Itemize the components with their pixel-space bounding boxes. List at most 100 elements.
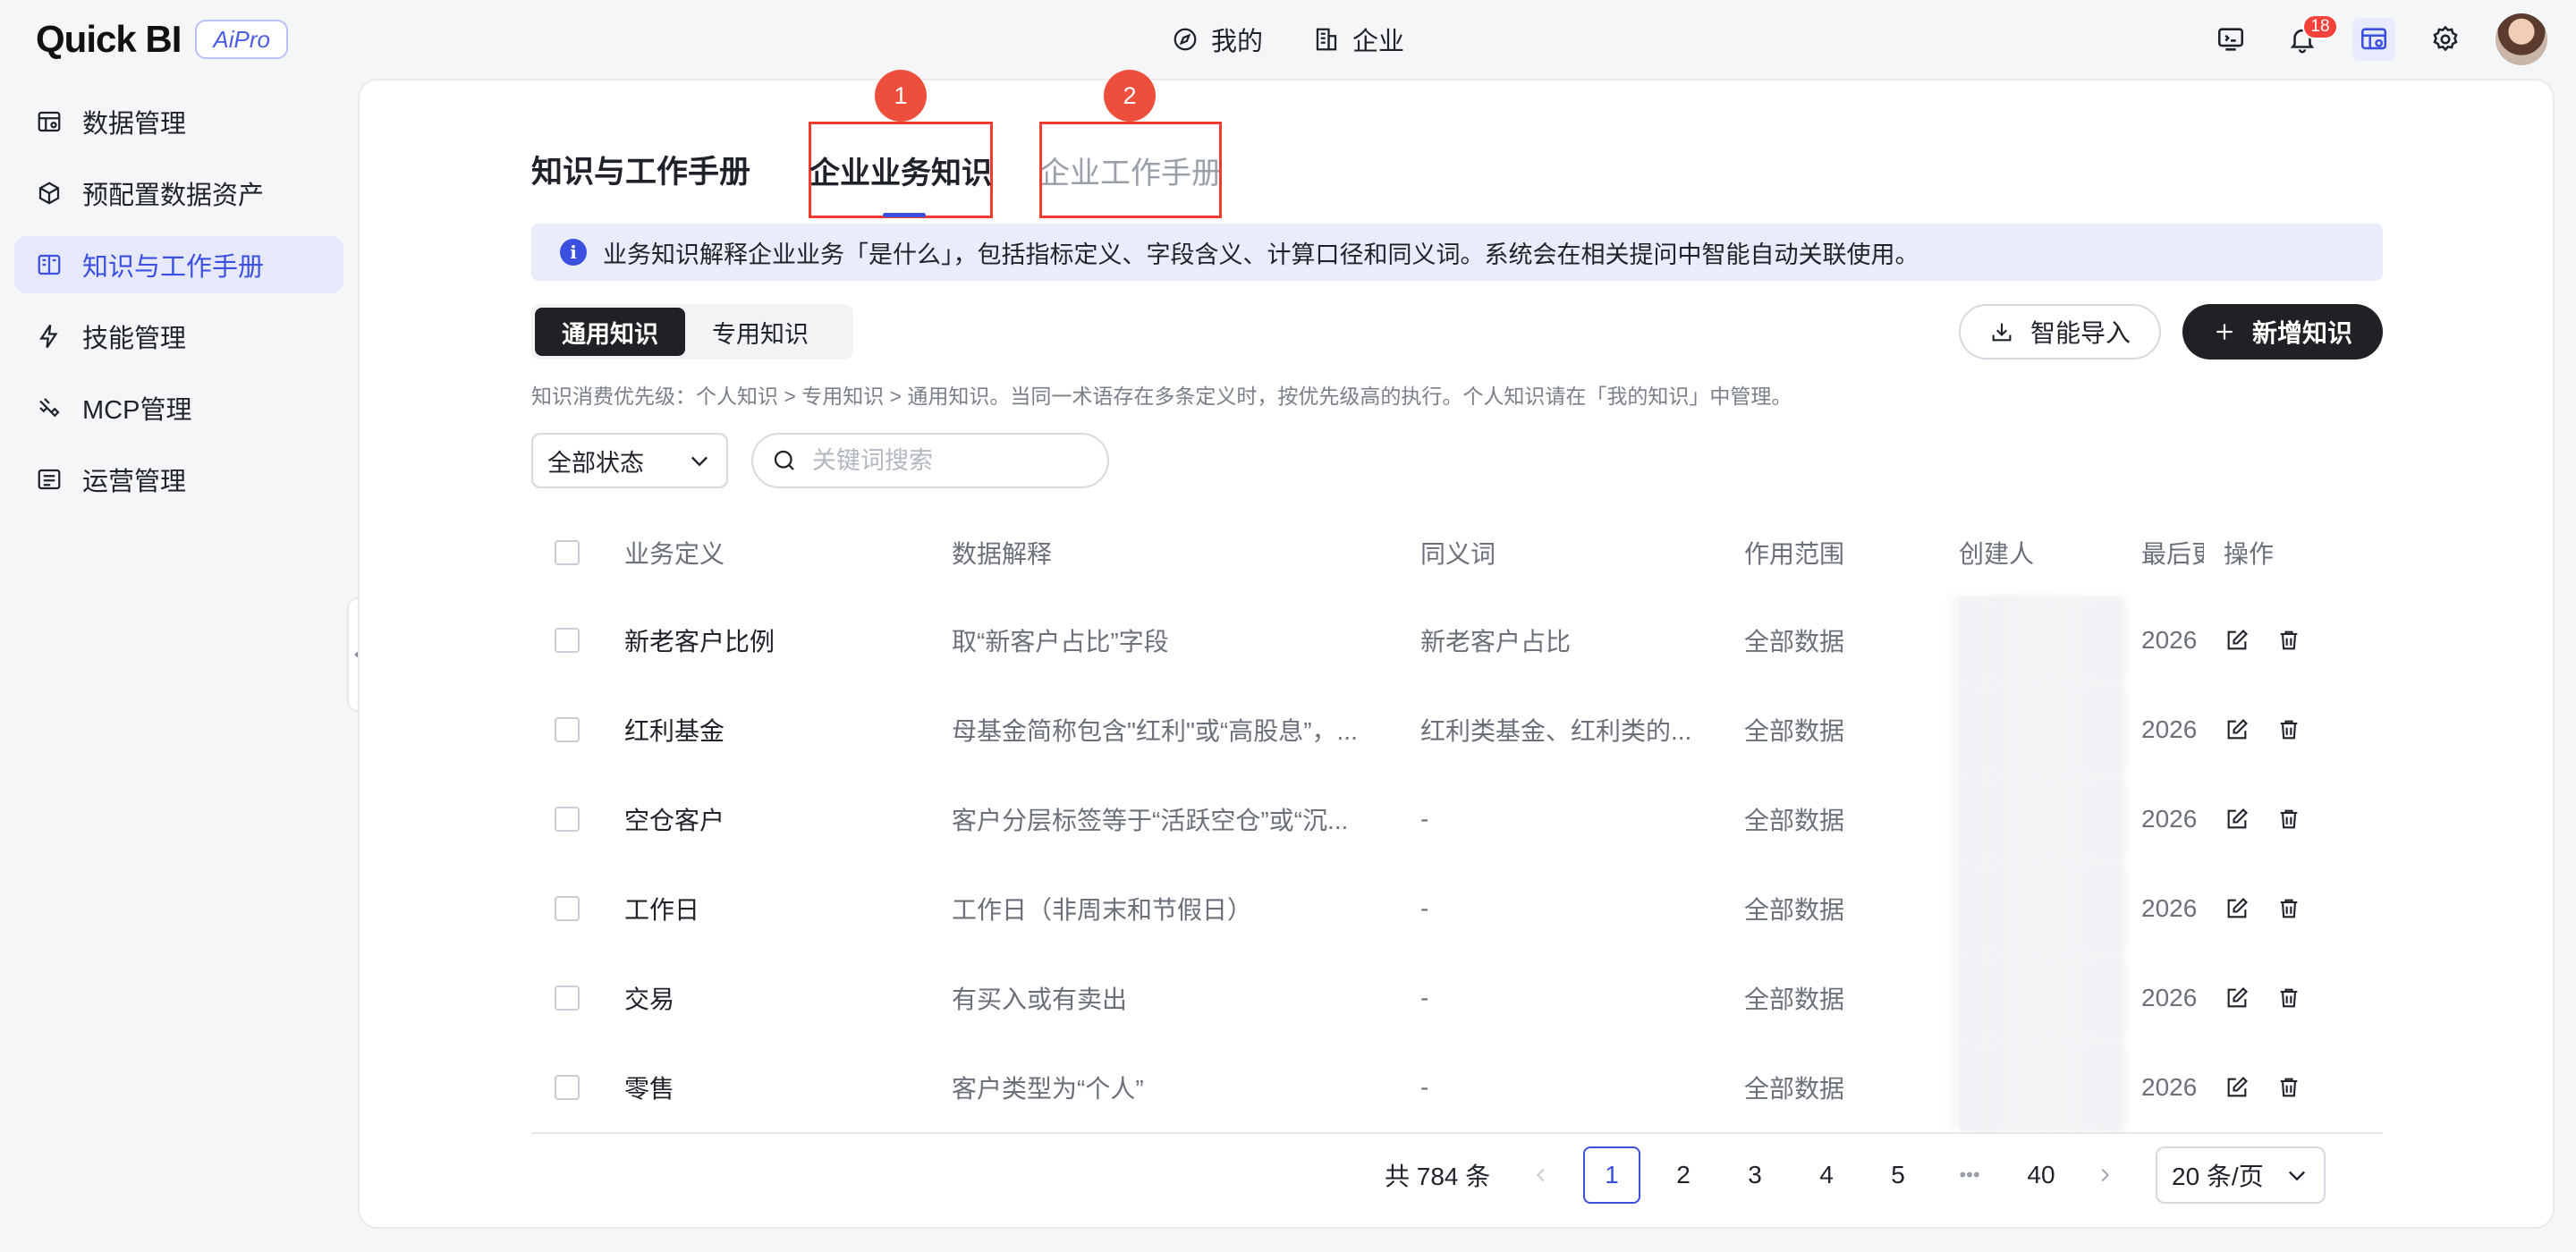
- cell-scope: 全部数据: [1744, 896, 1845, 924]
- info-banner: i 业务知识解释企业业务「是什么」，包括指标定义、字段含义、计算口径和同义词。系…: [531, 224, 2383, 281]
- cell-definition: 新老客户比例: [624, 628, 775, 656]
- cell-creator: [1959, 774, 2129, 864]
- row-checkbox[interactable]: [555, 628, 580, 653]
- notification-button[interactable]: 18: [2281, 14, 2338, 61]
- sidebar-item-label: 技能管理: [82, 325, 187, 353]
- page-ellipsis[interactable]: •••: [1941, 1146, 1998, 1204]
- delete-icon[interactable]: [2275, 895, 2302, 922]
- logo-text: Quick BI: [36, 18, 182, 60]
- delete-icon[interactable]: [2275, 716, 2302, 743]
- segment-specific[interactable]: 专用知识: [685, 308, 835, 356]
- add-knowledge-button[interactable]: 新增知识: [2182, 304, 2383, 360]
- info-text: 业务知识解释企业业务「是什么」，包括指标定义、字段含义、计算口径和同义词。系统会…: [603, 241, 1919, 268]
- smart-import-button[interactable]: 智能导入: [1959, 304, 2161, 360]
- edit-icon[interactable]: [2224, 1074, 2250, 1101]
- prev-page-button[interactable]: [1528, 1146, 1555, 1204]
- cell-explanation: 工作日（非周末和节假日）: [952, 896, 1253, 924]
- edit-icon[interactable]: [2224, 895, 2250, 922]
- cell-synonyms: -: [1420, 805, 1429, 833]
- sidebar-item-preset-assets[interactable]: 预配置数据资产: [14, 165, 343, 222]
- cell-explanation: 母基金简称包含"红利"或“高股息”，...: [952, 717, 1358, 745]
- sidebar-item-operations[interactable]: 运营管理: [14, 451, 343, 508]
- search-box: [751, 433, 1109, 488]
- status-filter-select[interactable]: 全部状态: [531, 433, 728, 488]
- header-explanation[interactable]: 数据解释: [952, 510, 1381, 596]
- tab-business-knowledge[interactable]: 企业业务知识: [809, 122, 993, 218]
- blurred-creator: [1959, 953, 2123, 1043]
- page-size-select[interactable]: 20 条/页: [2156, 1146, 2326, 1204]
- book-icon: [38, 254, 61, 275]
- sidebar-item-mcp[interactable]: MCP管理: [14, 379, 343, 436]
- search-icon: [774, 450, 794, 470]
- row-checkbox[interactable]: [555, 896, 580, 921]
- cell-ops: [2224, 953, 2331, 1043]
- page-4[interactable]: 4: [1798, 1146, 1855, 1204]
- row-checkbox[interactable]: [555, 1075, 580, 1100]
- cell-definition: 空仓客户: [624, 807, 725, 834]
- select-all-checkbox[interactable]: [555, 540, 580, 565]
- header-definition[interactable]: 业务定义: [624, 510, 928, 596]
- table-row[interactable]: 零售 客户类型为“个人” - 全部数据 2026: [531, 1043, 2383, 1132]
- edit-icon[interactable]: [2224, 716, 2250, 743]
- pagination-total: 共 784 条: [1385, 1163, 1491, 1190]
- page-2[interactable]: 2: [1655, 1146, 1712, 1204]
- delete-icon[interactable]: [2275, 627, 2302, 654]
- delete-icon[interactable]: [2275, 985, 2302, 1011]
- sidebar-item-skills[interactable]: 技能管理: [14, 308, 343, 365]
- top-nav: 我的 企业: [1172, 20, 1404, 59]
- data-center-button[interactable]: [2352, 18, 2395, 61]
- edit-icon[interactable]: [2224, 627, 2250, 654]
- table-row[interactable]: 交易 有买入或有卖出 - 全部数据 2026: [531, 953, 2383, 1043]
- sidebar-item-label: MCP管理: [82, 396, 192, 425]
- logo[interactable]: Quick BI AiPro: [36, 18, 288, 61]
- knowledge-type-switch: 通用知识 专用知识: [531, 304, 853, 360]
- table-row[interactable]: 工作日 工作日（非周末和节假日） - 全部数据 2026: [531, 864, 2383, 953]
- chevron-down-icon: [2289, 1171, 2305, 1181]
- cell-ops: [2224, 864, 2331, 953]
- edit-icon[interactable]: [2224, 806, 2250, 833]
- topnav-enterprise[interactable]: 企业: [1313, 21, 1404, 58]
- header-updated[interactable]: 最后更新: [2141, 510, 2204, 596]
- edit-icon[interactable]: [2224, 985, 2250, 1011]
- cell-ops: [2224, 596, 2331, 685]
- cube-icon: [38, 182, 60, 205]
- row-checkbox[interactable]: [555, 717, 580, 742]
- next-page-button[interactable]: [2091, 1146, 2118, 1204]
- cell-scope: 全部数据: [1744, 807, 1845, 834]
- table-icon: [38, 111, 61, 132]
- sidebar-item-label: 知识与工作手册: [82, 253, 265, 282]
- page-5[interactable]: 5: [1869, 1146, 1927, 1204]
- sidebar-item-data-management[interactable]: 数据管理: [14, 93, 343, 150]
- delete-icon[interactable]: [2275, 806, 2302, 833]
- smart-import-label: 智能导入: [2029, 319, 2131, 347]
- segment-general[interactable]: 通用知识: [535, 308, 685, 356]
- topnav-my[interactable]: 我的: [1172, 21, 1263, 58]
- terminal-button[interactable]: [2209, 18, 2252, 61]
- tab-work-manual[interactable]: 企业工作手册: [1039, 122, 1222, 218]
- info-icon: i: [560, 239, 587, 266]
- table-row[interactable]: 红利基金 母基金简称包含"红利"或“高股息”，... 红利类基金、红利类的...…: [531, 685, 2383, 774]
- cell-creator: [1959, 1043, 2129, 1132]
- page-last[interactable]: 40: [2012, 1146, 2070, 1204]
- search-input[interactable]: [812, 446, 1098, 475]
- page-3[interactable]: 3: [1726, 1146, 1784, 1204]
- table-row[interactable]: 空仓客户 客户分层标签等于“活跃空仓”或“沉... - 全部数据 2026: [531, 774, 2383, 864]
- cell-updated: 2026: [2141, 626, 2198, 654]
- cell-ops: [2224, 685, 2331, 774]
- row-select-cell: [555, 1043, 581, 1132]
- settings-button[interactable]: [2424, 18, 2467, 61]
- row-checkbox[interactable]: [555, 807, 580, 832]
- sidebar-item-knowledge[interactable]: 知识与工作手册: [14, 236, 343, 293]
- row-checkbox[interactable]: [555, 986, 580, 1011]
- header-synonyms[interactable]: 同义词: [1420, 510, 1707, 596]
- main-panel: 知识与工作手册 企业业务知识 企业工作手册 1 2 i 业务知识解释企业业务「是…: [358, 70, 2555, 1229]
- delete-icon[interactable]: [2275, 1074, 2302, 1101]
- cell-scope: 全部数据: [1744, 717, 1845, 745]
- blurred-creator: [1959, 1043, 2123, 1132]
- table-row[interactable]: 新老客户比例 取“新客户占比”字段 新老客户占比 全部数据 2026: [531, 596, 2383, 685]
- page-1[interactable]: 1: [1583, 1146, 1640, 1204]
- table-settings-icon: [2360, 28, 2387, 50]
- header-scope[interactable]: 作用范围: [1744, 510, 1923, 596]
- user-avatar[interactable]: [2496, 13, 2547, 65]
- header-creator[interactable]: 创建人: [1959, 510, 2129, 596]
